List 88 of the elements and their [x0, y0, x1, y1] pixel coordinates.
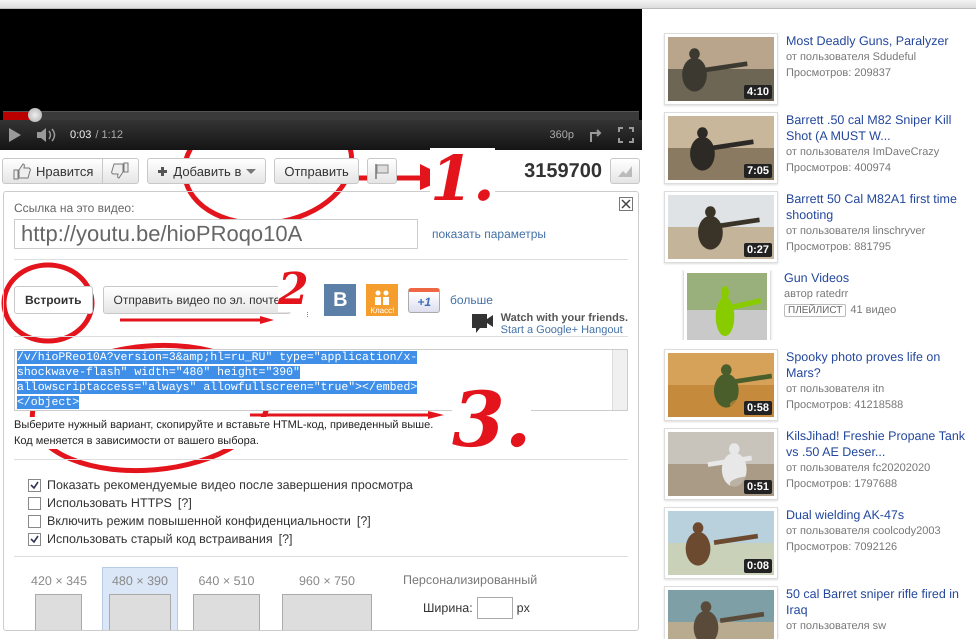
hangout-link[interactable]: Start a Google+ Hangout [500, 324, 623, 336]
more-link[interactable]: больше [450, 293, 493, 307]
checkbox[interactable] [28, 478, 41, 492]
video-thumbnail[interactable]: 0:08 [664, 507, 778, 579]
width-label: Ширина: [422, 601, 473, 615]
video-duration: 0:58 [744, 401, 772, 415]
view-count: Просмотров: 41218588 [786, 398, 904, 413]
author-label: от пользователя Sdudeful [786, 50, 918, 65]
video-thumbnail[interactable]: 7:05 [664, 112, 778, 184]
show-options-link[interactable]: показать параметры [432, 227, 546, 241]
view-count: Просмотров: 1797688 [786, 477, 898, 492]
hangout-title: Watch with your friends. [500, 312, 628, 324]
size-option[interactable]: 640 × 510 [186, 567, 267, 630]
share-tab[interactable]: Встроить [14, 286, 93, 314]
close-button[interactable] [619, 197, 633, 211]
scrollbar [612, 350, 627, 410]
option-label: Включить режим повышенной конфиденциальности [47, 514, 351, 528]
size-option[interactable]: 960 × 750 [274, 567, 379, 630]
view-count: Просмотров: 881795 [786, 240, 892, 255]
video-thumbnail[interactable]: 4:10 [664, 33, 778, 105]
video-count: 41 видео [850, 304, 896, 316]
author-label: от пользователя ImDaveCrazy [786, 145, 940, 160]
video-title-link[interactable]: Barrett 50 Cal M82A1 first time shooting [786, 191, 974, 223]
video-duration: 0:08 [744, 559, 772, 573]
author-label: от пользователя itn [786, 382, 886, 397]
current-time: 0:03 [70, 129, 92, 141]
plus-one-button[interactable]: +1 [408, 288, 440, 312]
option-label: Использовать HTTPS [47, 496, 172, 510]
checkbox[interactable] [28, 514, 41, 528]
custom-size-label: Персонализированный [402, 573, 538, 587]
view-count: Просмотров: 209837 [786, 66, 892, 81]
help-link[interactable]: [?] [356, 514, 371, 528]
fullscreen-icon[interactable] [618, 127, 634, 143]
size-option[interactable]: 420 × 345 [24, 567, 94, 630]
link-label: Ссылка на это видео: [14, 201, 134, 215]
dislike-button[interactable] [103, 158, 140, 184]
video-camera-icon [470, 312, 495, 334]
video-thumbnail[interactable]: 0:27 [664, 191, 778, 263]
checkbox[interactable] [28, 532, 41, 546]
like-button[interactable]: Нравится [2, 158, 104, 184]
video-title-link[interactable]: Dual wielding AK-47s [786, 507, 974, 523]
checkbox[interactable] [28, 496, 41, 510]
video-thumbnail[interactable]: 0:58 [664, 349, 778, 421]
unit-label: px [516, 601, 530, 615]
video-title-link[interactable]: Gun Videos [784, 270, 972, 286]
check-icon [30, 534, 39, 544]
view-count: Просмотров: 400974 [786, 161, 892, 176]
vk-button[interactable]: В [324, 284, 356, 316]
video-duration: 4:10 [744, 85, 772, 99]
thumbs-down-icon [111, 162, 130, 180]
view-count: Просмотров: 7092126 [786, 540, 898, 555]
flag-icon [374, 163, 390, 179]
total-time: / 1:12 [95, 129, 123, 141]
author-label: от пользователя sw [786, 619, 888, 634]
popout-icon[interactable] [588, 127, 604, 143]
video-title-link[interactable]: KilsJihad! Freshie Propane Tank vs .50 AE Deser... [786, 428, 974, 460]
author-label: от пользователя coolcody2003 [786, 524, 942, 539]
quality-button[interactable]: 360p [550, 129, 574, 141]
play-icon[interactable] [8, 127, 22, 143]
view-count: 3159700 [524, 160, 602, 182]
video-thumbnail[interactable]: 0:51 [664, 428, 778, 500]
width-field[interactable] [476, 597, 513, 619]
video-duration: 0:51 [744, 480, 772, 494]
plus-icon [157, 166, 168, 176]
video-title-link[interactable]: Most Deadly Guns, Paralyzer [786, 33, 974, 49]
annotation-number: 2 [278, 268, 309, 312]
help-link[interactable]: [?] [178, 496, 192, 510]
playlist-tag: ПЛЕЙЛИСТ [784, 304, 846, 317]
author-label: от пользователя fc20202020 [786, 461, 932, 476]
author-label: от пользователя linschryver [786, 224, 926, 239]
people-icon [373, 290, 392, 306]
option-label: Показать рекомендуемые видео после завершения просмотра [47, 478, 413, 492]
check-icon [30, 480, 39, 490]
progress-track[interactable] [3, 111, 639, 120]
video-duration: 7:05 [744, 164, 772, 178]
option-label: Использовать старый код встраивания [47, 532, 273, 546]
video-duration: 0:27 [744, 243, 772, 257]
volume-icon[interactable] [36, 127, 56, 143]
chart-icon [617, 164, 633, 178]
author-label: автор ratedrr [784, 287, 850, 302]
video-title-link[interactable]: 50 cal Barret sniper rifle fired in Iraq [786, 586, 974, 618]
video-title-link[interactable]: Spooky photo proves life on Mars? [786, 349, 974, 381]
help-link[interactable]: [?] [278, 532, 293, 546]
flag-button[interactable] [366, 158, 397, 184]
video-title-link[interactable]: Barrett .50 cal M82 Sniper Kill Shot (A MUST W... [786, 112, 974, 144]
close-icon [621, 199, 631, 209]
link-field[interactable]: http://youtu.be/hioPRoqo10A [14, 219, 418, 249]
thumbs-up-icon [12, 162, 31, 180]
